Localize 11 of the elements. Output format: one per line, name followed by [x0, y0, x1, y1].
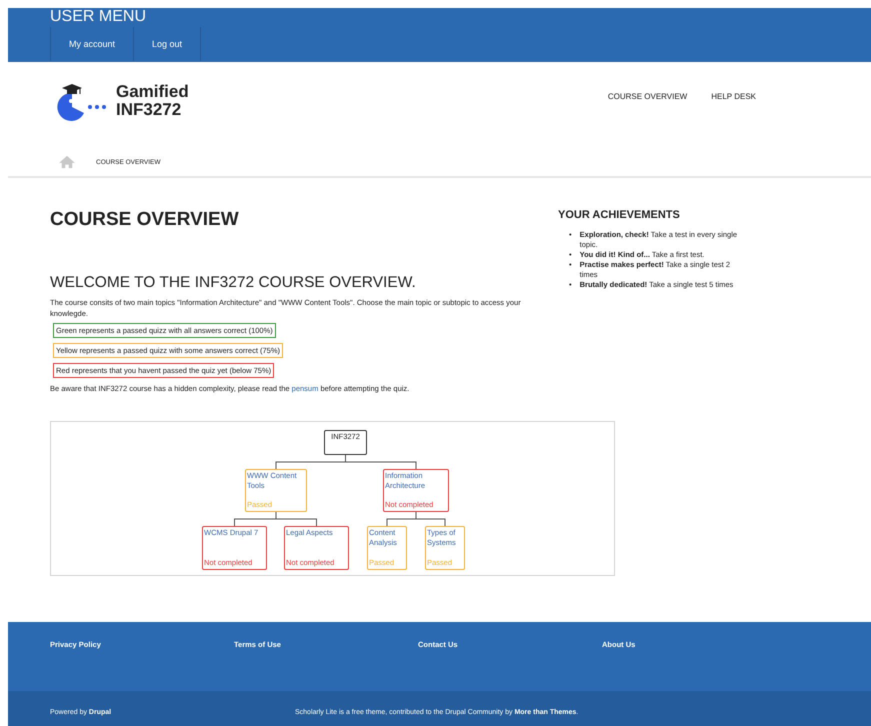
nav-link[interactable]: COURSE OVERVIEW [608, 92, 688, 100]
tree-connector [386, 512, 446, 526]
site-name[interactable]: Gamified [116, 83, 189, 101]
nav-link[interactable]: HELP DESK [711, 92, 756, 100]
user-menu-title: USER MENU [50, 7, 148, 27]
site-name[interactable]: INF3272 [116, 101, 189, 119]
welcome-heading: WELCOME TO THE INF3272 COURSE OVERVIEW. [50, 273, 417, 293]
page-title: COURSE OVERVIEW [50, 209, 240, 231]
achievements-title: YOUR ACHIEVEMENTS [558, 209, 681, 221]
user-menu-link[interactable]: Log out [133, 27, 202, 61]
user-menu-link[interactable]: My account [50, 27, 134, 61]
